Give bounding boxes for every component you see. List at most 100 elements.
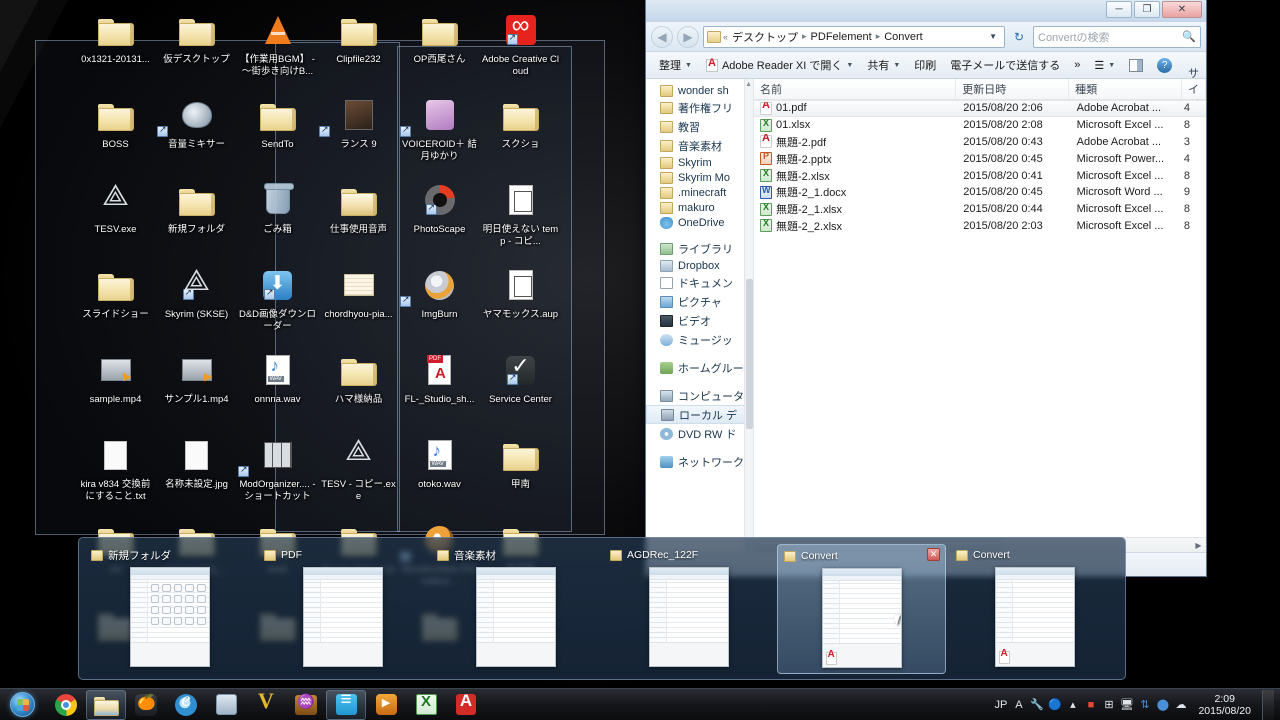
taskbar-button-excel[interactable] [406, 690, 446, 720]
desktop-icon[interactable]: BOSS [75, 89, 156, 174]
file-list[interactable]: 01.pdf 2015/08/20 2:06 Adobe Acrobat ... 84… [754, 100, 1206, 537]
desktop-icon[interactable]: onnna.wav [237, 344, 318, 429]
taskbar-thumbnail[interactable]: Convert ✕ [777, 544, 947, 674]
maximize-button[interactable]: ❐ [1134, 1, 1160, 18]
taskbar-button-explorer[interactable] [86, 689, 126, 720]
file-row[interactable]: 無題-2_2.xlsx 2015/08/20 2:03 Microsoft Exce… [754, 218, 1206, 235]
explorer-window[interactable]: ─ ❐ ✕ ◀ ▶ « デスクトップ ▸ PDFelement ▸ Conver… [645, 0, 1207, 577]
thumbnail-preview[interactable] [994, 567, 1075, 667]
desktop-icon[interactable]: FL-_Studio_sh... [399, 344, 480, 429]
desktop-icon[interactable]: 【作業用BGM】 -～街歩き向けB... [237, 4, 318, 89]
scroll-right-icon[interactable]: ▶ [1191, 541, 1206, 550]
navpane-item[interactable]: Skyrim [646, 155, 753, 170]
file-name-cell[interactable]: 01.pdf [754, 101, 957, 115]
navpane-item[interactable]: ピクチャ [646, 292, 753, 311]
ime-lang-label[interactable]: JP [994, 698, 1008, 711]
desktop-icon[interactable]: 名称未設定.jpg [156, 429, 237, 514]
navpane-scroll-thumb[interactable] [746, 279, 753, 429]
navpane-scrollbar[interactable]: ▲ ▼ [744, 79, 753, 552]
navpane-item[interactable]: ビデオ [646, 311, 753, 330]
share-button[interactable]: 共有 ▼ [860, 54, 907, 76]
navpane-item[interactable]: ネットワーク [646, 452, 753, 471]
navpane-item[interactable]: ミュージッ [646, 330, 753, 349]
breadcrumb[interactable]: « デスクトップ ▸ PDFelement ▸ Convert ▼ [703, 25, 1005, 48]
navpane-item[interactable]: wonder sh [646, 83, 753, 98]
taskbar-button-internet-explorer[interactable] [166, 689, 206, 720]
wrench-icon[interactable]: 🔧 [1030, 698, 1044, 711]
cloud-icon[interactable]: ☁ [1174, 698, 1187, 711]
desktop-icon[interactable]: 甲南 [480, 429, 561, 514]
taskbar-thumbnail[interactable]: AGDRec_122F [604, 544, 773, 674]
desktop-icon[interactable]: sample.mp4 [75, 344, 156, 429]
taskbar-button-acrobat[interactable] [446, 690, 486, 720]
refresh-icon[interactable]: ↻ [1009, 26, 1029, 48]
email-button[interactable]: 電子メールで送信する [943, 54, 1067, 76]
desktop-icon[interactable]: ランス 9 [318, 89, 399, 174]
column-header-type[interactable]: 種類 [1069, 79, 1182, 99]
file-row[interactable]: 無題-2.pptx 2015/08/20 0:45 Microsoft Power.… [754, 150, 1206, 167]
window-titlebar[interactable]: ─ ❐ ✕ [646, 0, 1206, 22]
desktop-icon[interactable]: 仕事使用音声 [318, 174, 399, 259]
desktop-icon[interactable]: スクショ [480, 89, 561, 174]
navpane-item[interactable]: 教習 [646, 117, 753, 136]
open-with-button[interactable]: Adobe Reader XI で開く ▼ [699, 54, 860, 76]
desktop-icon[interactable]: Clipfile232 [318, 4, 399, 89]
taskbar-button-media-player[interactable] [366, 690, 406, 720]
desktop-icon-grid[interactable]: 0x1321-20131... 仮デスクトップ【作業用BGM】 -～街歩き向けB.… [75, 4, 645, 720]
navpane-item[interactable]: ドキュメン [646, 273, 753, 292]
desktop-icon[interactable]: chordhyou-pia... [318, 259, 399, 344]
thumbnail-close-button[interactable]: ✕ [927, 548, 941, 561]
help-button[interactable]: ? [1150, 55, 1179, 76]
navpane-item[interactable]: ホームグルー [646, 358, 753, 377]
scroll-up-icon[interactable]: ▲ [745, 81, 752, 88]
navpane-item[interactable]: makuro [646, 200, 753, 215]
file-name-cell[interactable]: 無題-2.pdf [754, 134, 957, 150]
desktop-icon[interactable]: Service Center [480, 344, 561, 429]
thumbnail-preview[interactable] [648, 567, 729, 667]
file-name-cell[interactable]: 無題-2.xlsx [754, 168, 957, 184]
close-button[interactable]: ✕ [1162, 1, 1202, 18]
red-square-icon[interactable]: ■ [1084, 698, 1097, 711]
desktop-icon[interactable]: OP西尾さん [399, 4, 480, 89]
file-name-cell[interactable]: 無題-2_2.xlsx [754, 218, 957, 234]
navpane-item[interactable]: 著作権フリ [646, 98, 753, 117]
desktop-icon[interactable]: TESV - コピー.exe [318, 429, 399, 514]
desktop-icon[interactable]: 仮デスクトップ [156, 4, 237, 89]
file-name-cell[interactable]: 無題-2_1.xlsx [754, 201, 957, 217]
taskbar-thumbnail[interactable]: PDF [258, 544, 427, 674]
file-row[interactable]: 無題-2_1.xlsx 2015/08/20 0:44 Microsoft Exce… [754, 201, 1206, 218]
desktop-icon[interactable]: 明日使えない temp - コピ... [480, 174, 561, 259]
navpane-item[interactable]: OneDrive [646, 215, 753, 230]
navpane-item[interactable]: .minecraft [646, 185, 753, 200]
navpane-item[interactable]: Dropbox [646, 258, 753, 273]
breadcrumb-item-pdfelement[interactable]: PDFelement [809, 30, 874, 44]
navpane-item[interactable]: Skyrim Mo [646, 170, 753, 185]
file-row[interactable]: 無題-2.xlsx 2015/08/20 0:41 Microsoft Excel … [754, 167, 1206, 184]
chevron-down-icon[interactable]: ▼ [985, 32, 1001, 41]
taskbar-button-app[interactable] [206, 690, 246, 720]
navpane-item[interactable]: DVD RW ド [646, 424, 753, 443]
desktop-icon[interactable]: ヤマモックス.aup [480, 259, 561, 344]
desktop-icon[interactable]: PhotoScape [399, 174, 480, 259]
file-row[interactable]: 無題-2_1.docx 2015/08/20 0:45 Microsoft Word… [754, 184, 1206, 201]
triangle-icon[interactable]: ▴ [1066, 698, 1079, 711]
desktop-icon[interactable]: kira v834 交換前にすること.txt [75, 429, 156, 514]
taskbar-thumbnail[interactable]: Convert [950, 544, 1119, 674]
desktop-icon[interactable]: ModOrganizer.... - ショートカット [237, 429, 318, 514]
file-row[interactable]: 01.xlsx 2015/08/20 2:08 Microsoft Excel ..… [754, 117, 1206, 134]
taskbar-thumbnail[interactable]: 新規フォルダ [85, 544, 254, 674]
toolbar-overflow-button[interactable]: » [1067, 56, 1087, 74]
sync-icon[interactable]: ⇅ [1138, 698, 1151, 711]
shield-icon[interactable]: ⬤ [1156, 698, 1169, 711]
view-button[interactable]: ☰ ▼ [1087, 56, 1122, 75]
navpane-item[interactable]: 音楽素材 [646, 136, 753, 155]
desktop-icon[interactable]: SendTo [237, 89, 318, 174]
desktop-icon[interactable]: TESV.exe [75, 174, 156, 259]
taskbar-thumbnail-flyout[interactable]: 新規フォルダ PDF 音楽素材 AGDRec_122F Convert ✕ Convert [78, 537, 1126, 680]
print-button[interactable]: 印刷 [907, 54, 943, 76]
blue-circle-icon[interactable]: 🔵 [1048, 698, 1062, 711]
navpane-item[interactable]: コンピュータ [646, 386, 753, 405]
ime-mode-label[interactable]: A [1012, 698, 1025, 711]
column-header-name[interactable]: 名前 [754, 79, 957, 99]
taskbar-button-chrome[interactable] [46, 690, 86, 720]
